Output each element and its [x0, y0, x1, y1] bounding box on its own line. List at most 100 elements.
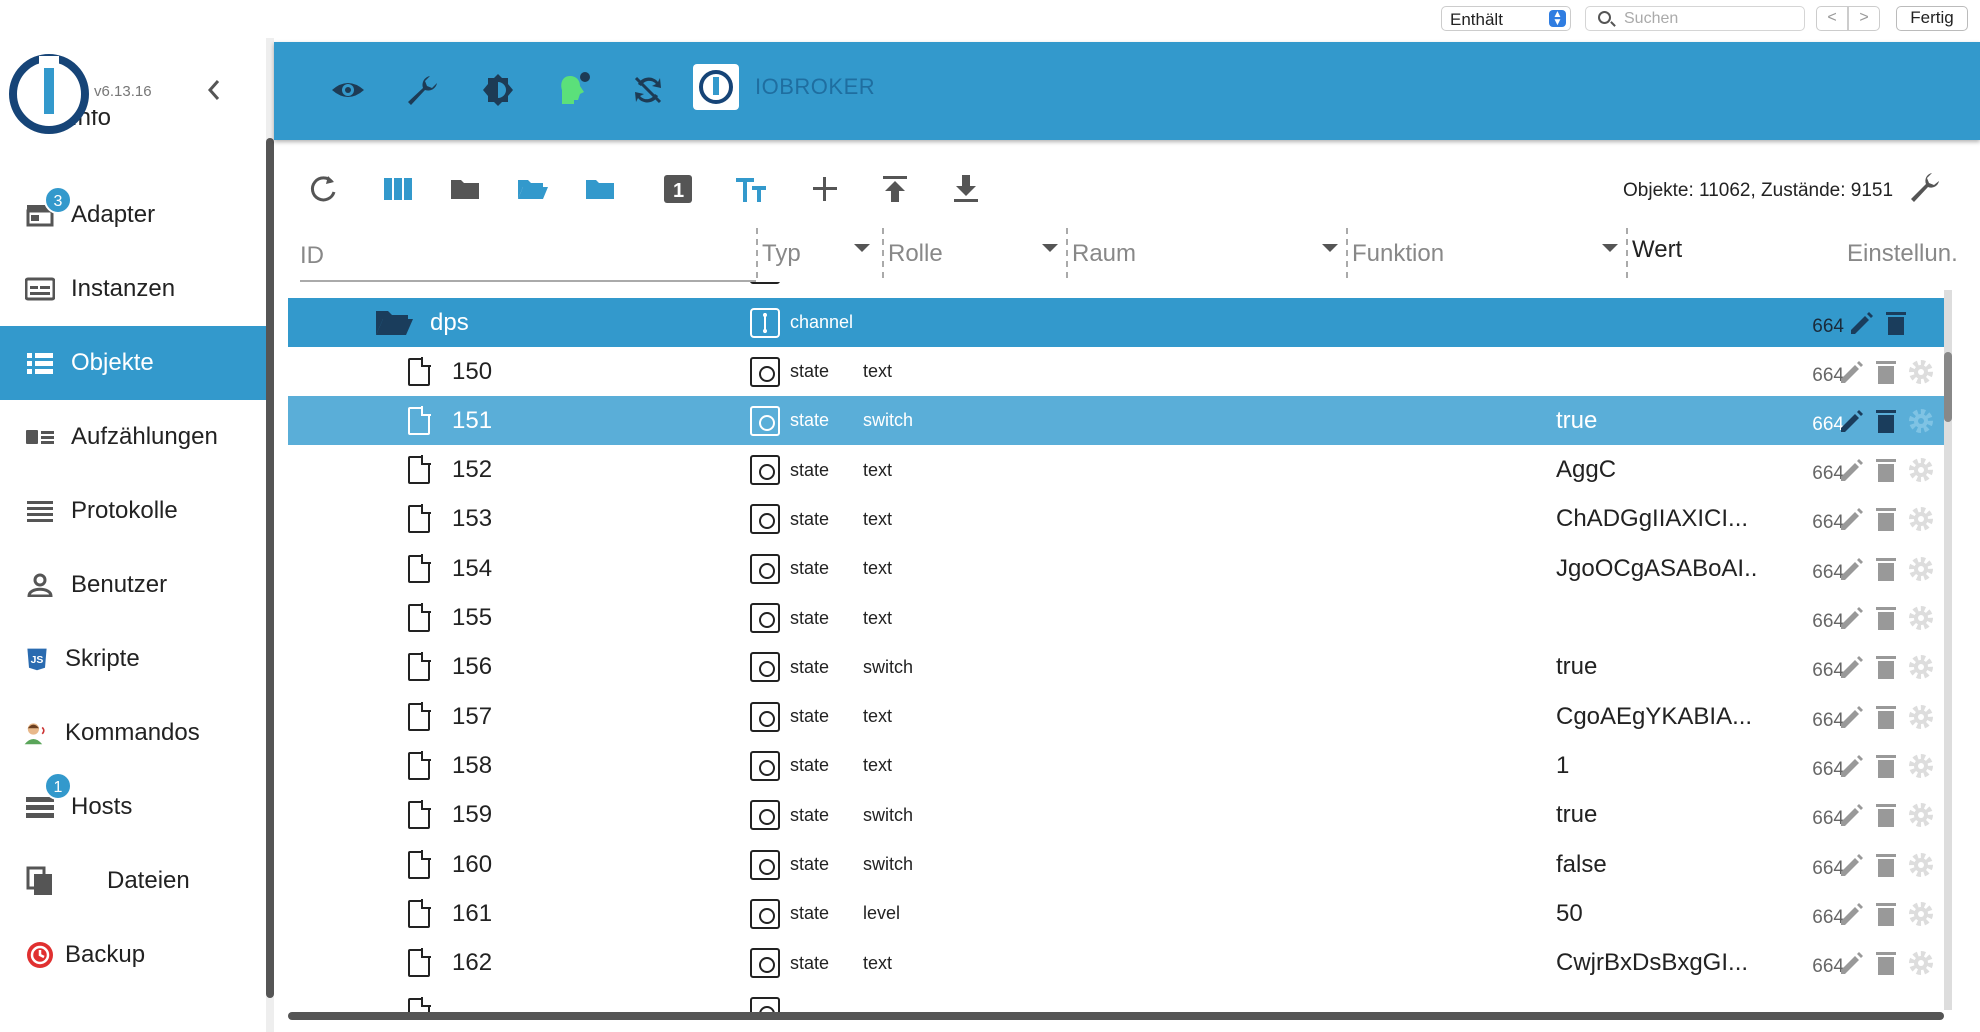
expert-head-icon[interactable] [556, 72, 592, 108]
object-value[interactable]: true [1556, 791, 1756, 840]
role-filter-select[interactable]: Rolle [882, 228, 1062, 278]
gear-icon[interactable] [1906, 554, 1936, 584]
delete-icon[interactable] [1874, 456, 1898, 484]
columns-icon[interactable] [381, 172, 415, 206]
gear-icon[interactable] [1906, 850, 1936, 880]
sidebar-scrollbar[interactable] [266, 38, 274, 1032]
sidebar-item-benutzer[interactable]: Benutzer [0, 548, 266, 622]
table-row[interactable]: 162 state text CwjrBxDsBxgGI... 664 [288, 939, 1948, 988]
id-filter-input[interactable]: ID [300, 228, 756, 278]
sidebar-item-dateien[interactable]: Dateien [0, 844, 266, 918]
sidebar-item-hosts[interactable]: 1 Hosts [0, 770, 266, 844]
download-icon[interactable] [949, 172, 983, 206]
table-row[interactable]: 154 state text JgoOCgASABoAI... 664 [288, 544, 1948, 593]
delete-icon[interactable] [1874, 407, 1898, 435]
table-row-folder[interactable]: dps channel 664 [288, 298, 1948, 347]
gear-icon[interactable] [1906, 800, 1936, 830]
edit-icon[interactable] [1838, 407, 1866, 435]
object-value[interactable]: JgoOCgASABoAI... [1556, 544, 1756, 593]
delete-icon[interactable] [1884, 309, 1908, 337]
sidebar-item-instanzen[interactable]: Instanzen [0, 252, 266, 326]
table-vertical-scrollbar-thumb[interactable] [1944, 352, 1952, 422]
delete-icon[interactable] [1874, 851, 1898, 879]
edit-icon[interactable] [1838, 555, 1866, 583]
edit-icon[interactable] [1838, 801, 1866, 829]
gear-icon[interactable] [1906, 603, 1936, 633]
edit-icon[interactable] [1838, 456, 1866, 484]
table-row-partial[interactable]: 664 [288, 282, 1948, 293]
delete-icon[interactable] [1874, 653, 1898, 681]
find-next-button[interactable]: > [1848, 6, 1880, 31]
gear-icon[interactable] [1906, 455, 1936, 485]
refresh-icon[interactable] [306, 172, 340, 206]
table-row[interactable]: 159 state switch true 664 [288, 791, 1948, 840]
object-value[interactable]: true [1556, 396, 1756, 445]
delete-icon[interactable] [1874, 358, 1898, 386]
settings-wrench-icon[interactable] [1908, 170, 1942, 204]
add-icon[interactable] [808, 172, 842, 206]
folder-open-icon[interactable] [515, 172, 549, 206]
table-row[interactable]: 153 state text ChADGgIIAXICI... 664 [288, 495, 1948, 544]
object-value[interactable]: ChADGgIIAXICI... [1556, 495, 1756, 544]
sidebar-item-adapter[interactable]: 3 Adapter [0, 178, 266, 252]
find-search-input[interactable]: Suchen [1585, 6, 1805, 31]
sidebar-scrollbar-thumb[interactable] [266, 138, 274, 998]
gear-icon[interactable] [1906, 751, 1936, 781]
delete-icon[interactable] [1874, 801, 1898, 829]
edit-icon[interactable] [1838, 604, 1866, 632]
edit-icon[interactable] [1848, 309, 1876, 337]
object-value[interactable] [1556, 594, 1756, 643]
edit-icon[interactable] [1838, 949, 1866, 977]
gear-icon[interactable] [1906, 702, 1936, 732]
object-value[interactable]: AggC [1556, 446, 1756, 495]
edit-icon[interactable] [1838, 505, 1866, 533]
gear-icon[interactable] [1906, 652, 1936, 682]
function-filter-select[interactable]: Funktion [1346, 228, 1622, 278]
table-row[interactable]: 152 state text AggC 664 [288, 446, 1948, 495]
theme-icon[interactable] [480, 72, 516, 108]
delete-icon[interactable] [1874, 949, 1898, 977]
eye-icon[interactable] [330, 72, 366, 108]
gear-icon[interactable] [1906, 357, 1936, 387]
object-value[interactable]: false [1556, 840, 1756, 889]
table-row[interactable]: 151 state switch true 664 [288, 396, 1948, 446]
type-filter-select[interactable]: Typ [756, 228, 874, 278]
table-row[interactable]: 158 state text 1 664 [288, 741, 1948, 790]
delete-icon[interactable] [1874, 703, 1898, 731]
sidebar-item-backup[interactable]: Backup [0, 918, 266, 992]
table-row[interactable]: 161 state level 50 664 [288, 889, 1948, 938]
edit-icon[interactable] [1838, 752, 1866, 780]
table-vertical-scrollbar[interactable] [1944, 290, 1952, 1010]
edit-icon[interactable] [1838, 358, 1866, 386]
gear-icon[interactable] [1906, 948, 1936, 978]
sync-disabled-icon[interactable] [630, 72, 666, 108]
object-value[interactable]: true [1556, 643, 1756, 692]
table-horizontal-scrollbar[interactable] [288, 1012, 1944, 1020]
find-prev-button[interactable]: < [1816, 6, 1848, 31]
table-row[interactable]: 150 state text 664 [288, 347, 1948, 396]
edit-icon[interactable] [1838, 653, 1866, 681]
table-row[interactable]: 160 state switch false 664 [288, 840, 1948, 889]
folder-collapse-icon[interactable] [583, 172, 617, 206]
collapse-sidebar-button[interactable] [206, 78, 222, 109]
wrench-icon[interactable] [404, 72, 440, 108]
upload-icon[interactable] [878, 172, 912, 206]
find-mode-select[interactable]: Enthält ▲ ▼ [1441, 6, 1571, 31]
text-size-icon[interactable] [734, 172, 768, 206]
folder-open-icon[interactable] [374, 298, 418, 347]
depth-one-icon[interactable]: 1 [661, 172, 695, 206]
gear-icon[interactable] [1906, 406, 1936, 436]
find-done-button[interactable]: Fertig [1896, 6, 1968, 31]
edit-icon[interactable] [1838, 851, 1866, 879]
delete-icon[interactable] [1874, 900, 1898, 928]
object-value[interactable] [1556, 347, 1756, 396]
object-value[interactable]: CgoAEgYKABIA... [1556, 692, 1756, 741]
sidebar-item-aufzaehlungen[interactable]: Aufzählungen [0, 400, 266, 474]
sidebar-item-skripte[interactable]: JS Skripte [0, 622, 266, 696]
gear-icon[interactable] [1906, 899, 1936, 929]
sidebar-item-protokolle[interactable]: Protokolle [0, 474, 266, 548]
delete-icon[interactable] [1874, 752, 1898, 780]
object-value[interactable]: 1 [1556, 741, 1756, 790]
delete-icon[interactable] [1874, 604, 1898, 632]
object-value[interactable]: 50 [1556, 889, 1756, 938]
